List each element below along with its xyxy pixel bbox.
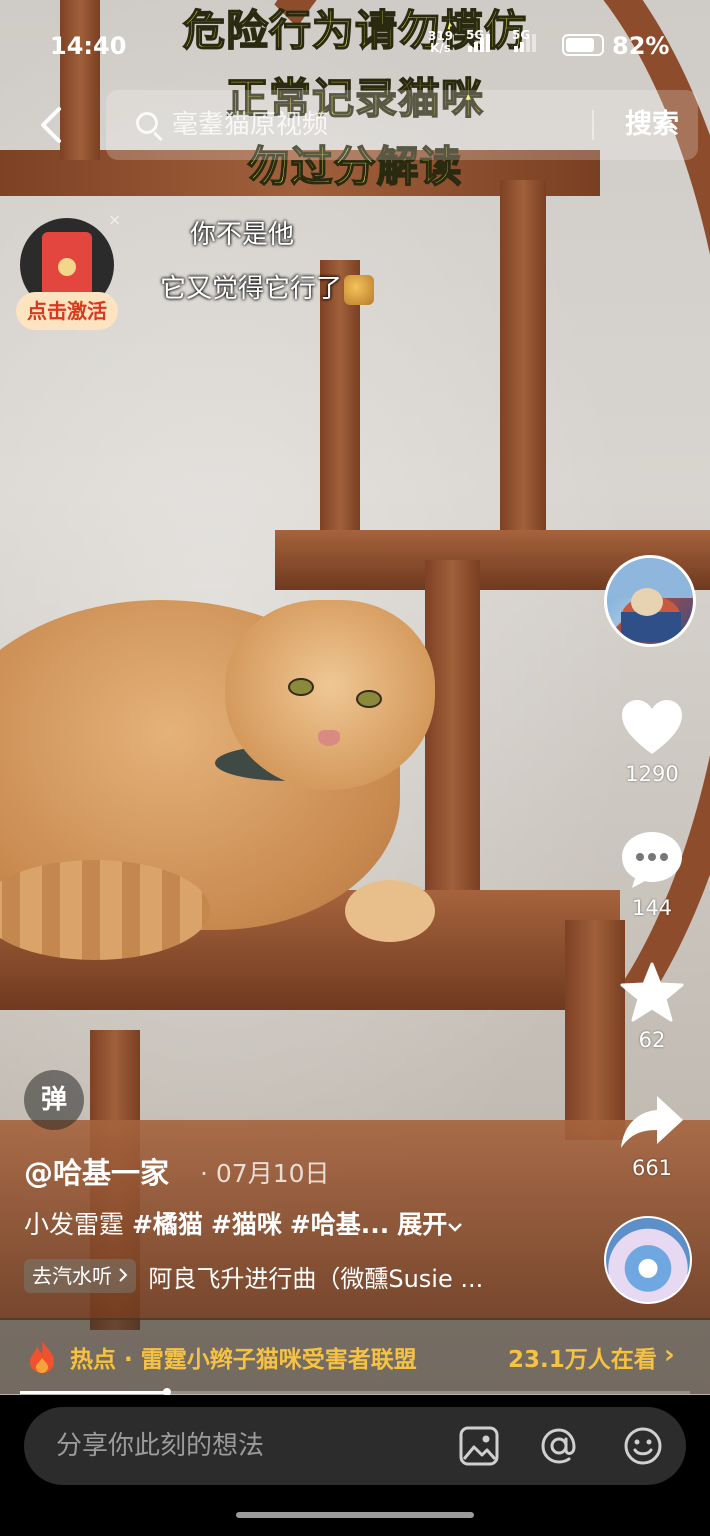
search-button[interactable]: 搜索 — [606, 104, 698, 146]
post-date: · 07月10日 — [200, 1159, 330, 1188]
music-title: 阿良飞升进行曲（微醺Susie ... — [148, 1264, 484, 1293]
expand-label: 展开 — [397, 1210, 448, 1239]
hashtag-link[interactable]: #哈基... — [290, 1210, 389, 1239]
back-button[interactable] — [28, 100, 74, 150]
home-indicator[interactable] — [236, 1512, 474, 1518]
fire-icon — [30, 1341, 54, 1373]
like-button[interactable]: 1290 — [612, 698, 692, 786]
hashtag-link[interactable]: #猫咪 — [211, 1210, 282, 1239]
cat-head — [225, 600, 435, 790]
favorite-button[interactable]: 62 — [612, 962, 692, 1052]
caption-text: 小发雷霆 — [24, 1210, 125, 1239]
signal-2-icon — [514, 32, 536, 52]
search-bar[interactable]: 搜索 — [106, 90, 698, 160]
search-input[interactable] — [172, 108, 572, 142]
heart-icon — [622, 700, 682, 754]
chevron-down-icon — [448, 1223, 463, 1232]
mention-at-icon[interactable] — [538, 1425, 580, 1467]
share-button[interactable]: 661 — [612, 1094, 692, 1180]
search-icon — [136, 112, 158, 134]
shelf-post — [500, 180, 546, 580]
status-bar: 14:40 319 K/s 5G 5G 82% — [0, 26, 710, 66]
share-arrow-icon — [621, 1096, 683, 1148]
hot-topic-label: 热点 · 雷霆小辫子猫咪受害者联盟 — [70, 1347, 417, 1373]
chevron-right-icon: › — [664, 1340, 675, 1370]
cat-nose — [318, 730, 340, 746]
red-packet-close-button[interactable]: × — [108, 210, 121, 229]
cat-paw — [345, 880, 435, 942]
battery-icon — [562, 34, 604, 56]
subtitle-line-2-text: 它又觉得它行了 — [160, 274, 343, 304]
comment-box[interactable] — [24, 1407, 686, 1485]
expand-caption-button[interactable]: 展开 — [397, 1210, 463, 1239]
net-speed: 319 K/s — [428, 30, 453, 54]
shrug-emoji-icon — [344, 274, 375, 305]
net-speed-unit: K/s — [430, 41, 451, 55]
subtitle-line-1: 你不是他 — [190, 220, 295, 250]
share-count: 661 — [631, 1156, 673, 1180]
music-chip[interactable]: 去汽水听 — [24, 1259, 137, 1293]
red-packet-activate-badge[interactable]: 点击激活 — [16, 292, 118, 330]
author-name[interactable]: @哈基一家 — [24, 1150, 169, 1192]
status-time: 14:40 — [50, 32, 127, 60]
red-envelope-icon — [42, 232, 92, 296]
search-divider — [592, 110, 594, 140]
danmu-toggle-button[interactable]: 弹 — [24, 1070, 84, 1130]
comment-bubble-icon — [622, 832, 682, 888]
hot-topic-viewers: 23.1万人在看 — [508, 1347, 657, 1373]
comment-input[interactable] — [56, 1427, 436, 1465]
subtitle-line-2: 它又觉得它行了 — [160, 268, 375, 305]
comment-count: 144 — [631, 896, 673, 920]
back-arrow-icon — [41, 107, 61, 143]
hashtag-link[interactable]: #橘猫 — [132, 1210, 203, 1239]
battery-percent: 82% — [612, 32, 670, 60]
author-avatar-image — [607, 558, 693, 642]
playback-progress-bar[interactable] — [20, 1388, 690, 1396]
cat-eye — [356, 690, 382, 708]
hot-topic-bar[interactable]: 热点 · 雷霆小辫子猫咪受害者联盟 23.1万人在看 › — [0, 1318, 710, 1394]
signal-1-icon — [468, 32, 490, 52]
cat-eye — [288, 678, 314, 696]
favorite-count: 62 — [638, 1028, 666, 1052]
bottom-bar — [0, 1395, 710, 1536]
comment-button[interactable]: 144 — [612, 830, 692, 920]
music-chip-label: 去汽水听 — [32, 1264, 112, 1288]
chevron-right-icon — [119, 1268, 128, 1282]
playback-progress-fill — [20, 1391, 168, 1394]
star-icon — [620, 962, 684, 1022]
music-row[interactable]: 去汽水听 阿良飞升进行曲（微醺Susie ... — [24, 1258, 483, 1294]
emoji-icon[interactable] — [622, 1425, 664, 1467]
like-count: 1290 — [625, 762, 679, 786]
image-picker-icon[interactable] — [458, 1425, 500, 1467]
post-caption: 小发雷霆 #橘猫 #猫咪 #哈基... 展开 — [24, 1205, 463, 1241]
shelf-post — [425, 560, 480, 920]
author-avatar[interactable] — [604, 555, 696, 647]
music-disc-avatar[interactable] — [604, 1216, 692, 1304]
